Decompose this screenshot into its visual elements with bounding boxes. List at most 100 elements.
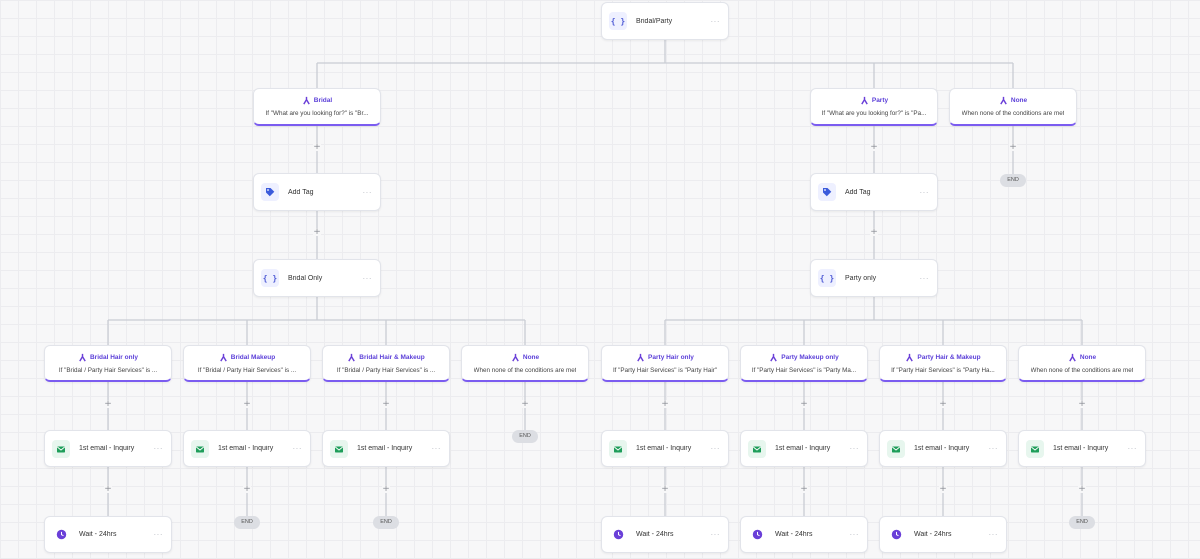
action-email-party-hair-makeup[interactable]: 1st email - Inquiry ··· (879, 430, 1007, 467)
more-options-icon[interactable]: ··· (293, 444, 303, 453)
branch-bridal-makeup[interactable]: Bridal Makeup If "Bridal / Party Hair Se… (183, 345, 311, 382)
action-email-bridal-hair-makeup[interactable]: 1st email - Inquiry ··· (322, 430, 450, 467)
branch-split-icon (79, 353, 86, 361)
more-options-icon[interactable]: ··· (363, 188, 373, 197)
branch-condition: When none of the conditions are met (473, 366, 577, 374)
branch-condition: If "What are you looking for?" is "Pa... (821, 110, 927, 117)
add-step-button[interactable]: + (1078, 400, 1086, 409)
action-wait-party-makeup[interactable]: Wait - 24hrs ··· (740, 516, 868, 553)
action-wait-party-hair[interactable]: Wait - 24hrs ··· (601, 516, 729, 553)
node-label: 1st email - Inquiry (357, 445, 413, 452)
more-options-icon[interactable]: ··· (920, 188, 930, 197)
more-options-icon[interactable]: ··· (711, 17, 721, 26)
add-step-button[interactable]: + (104, 485, 112, 494)
end-marker: END (1000, 174, 1026, 187)
action-add-tag-bridal[interactable]: Add Tag ··· (253, 173, 381, 211)
branch-split-icon (861, 96, 868, 105)
node-label: Add Tag (845, 188, 871, 196)
branch-title: Bridal Hair & Makeup (359, 353, 425, 361)
branch-split-icon (1069, 353, 1076, 361)
node-label: Bridal/Party (636, 17, 673, 25)
branch-condition: If "Party Hair Services" is "Party Ha... (891, 366, 995, 374)
more-options-icon[interactable]: ··· (711, 530, 721, 539)
condition-node-bridal-only[interactable]: { } Bridal Only ··· (253, 259, 381, 297)
end-marker: END (373, 516, 399, 529)
node-label: 1st email - Inquiry (914, 445, 970, 452)
add-step-button[interactable]: + (104, 400, 112, 409)
action-wait-bridal-hair[interactable]: Wait - 24hrs ··· (44, 516, 172, 553)
branch-bridal-hair-only[interactable]: Bridal Hair only If "Bridal / Party Hair… (44, 345, 172, 382)
add-step-button[interactable]: + (939, 400, 947, 409)
add-step-button[interactable]: + (243, 400, 251, 409)
email-icon (330, 439, 348, 458)
action-email-bridal-hair[interactable]: 1st email - Inquiry ··· (44, 430, 172, 467)
more-options-icon[interactable]: ··· (850, 530, 860, 539)
more-options-icon[interactable]: ··· (989, 530, 999, 539)
branch-split-icon (1000, 96, 1007, 105)
add-step-button[interactable]: + (800, 400, 808, 409)
end-marker: END (234, 516, 260, 529)
more-options-icon[interactable]: ··· (920, 274, 930, 283)
add-step-button[interactable]: + (661, 485, 669, 494)
more-options-icon[interactable]: ··· (711, 444, 721, 453)
branch-none-party[interactable]: None When none of the conditions are met (1018, 345, 1146, 382)
condition-node-party-only[interactable]: { } Party only ··· (810, 259, 938, 297)
action-email-bridal-makeup[interactable]: 1st email - Inquiry ··· (183, 430, 311, 467)
branch-condition: If "Bridal / Party Hair Services" is ... (197, 366, 297, 374)
add-step-button[interactable]: + (661, 400, 669, 409)
action-wait-party-hair-makeup[interactable]: Wait - 24hrs ··· (879, 516, 1007, 553)
node-label: Wait - 24hrs (636, 531, 674, 538)
branch-condition: If "Party Hair Services" is "Party Hair" (612, 366, 718, 374)
branch-split-icon (512, 353, 519, 361)
clock-icon (887, 526, 905, 544)
node-label: 1st email - Inquiry (79, 445, 135, 452)
branch-none-bridal[interactable]: None When none of the conditions are met (461, 345, 589, 382)
branch-party[interactable]: Party If "What are you looking for?" is … (810, 88, 938, 126)
email-icon (609, 439, 627, 458)
add-step-button[interactable]: + (382, 485, 390, 494)
branch-none-main[interactable]: None When none of the conditions are met (949, 88, 1077, 126)
action-email-party-hair[interactable]: 1st email - Inquiry ··· (601, 430, 729, 467)
more-options-icon[interactable]: ··· (363, 274, 373, 283)
branch-bridal-hair-makeup[interactable]: Bridal Hair & Makeup If "Bridal / Party … (322, 345, 450, 382)
more-options-icon[interactable]: ··· (850, 444, 860, 453)
node-label: Wait - 24hrs (914, 531, 952, 538)
action-add-tag-party[interactable]: Add Tag ··· (810, 173, 938, 211)
add-step-button[interactable]: + (313, 143, 321, 152)
branch-party-hair-makeup[interactable]: Party Hair & Makeup If "Party Hair Servi… (879, 345, 1007, 382)
branch-condition: If "Bridal / Party Hair Services" is ... (58, 366, 158, 374)
add-step-button[interactable]: + (800, 485, 808, 494)
more-options-icon[interactable]: ··· (154, 444, 164, 453)
tag-icon (818, 183, 836, 201)
more-options-icon[interactable]: ··· (154, 530, 164, 539)
action-email-party-makeup[interactable]: 1st email - Inquiry ··· (740, 430, 868, 467)
email-icon (887, 439, 905, 458)
branch-title: Party Hair only (648, 353, 694, 361)
branch-split-icon (219, 353, 227, 361)
branch-party-makeup-only[interactable]: Party Makeup only If "Party Hair Service… (740, 345, 868, 382)
more-options-icon[interactable]: ··· (432, 444, 442, 453)
add-step-button[interactable]: + (521, 400, 529, 409)
add-step-button[interactable]: + (313, 228, 321, 237)
branch-condition: If "Party Hair Services" is "Party Ma... (751, 366, 857, 374)
branch-split-icon (637, 353, 644, 361)
add-step-button[interactable]: + (1009, 143, 1017, 152)
add-step-button[interactable]: + (870, 228, 878, 237)
branch-condition: If "What are you looking for?" is "Br... (265, 110, 369, 117)
condition-node-bridal-party[interactable]: { } Bridal/Party ··· (601, 2, 729, 40)
add-step-button[interactable]: + (382, 400, 390, 409)
curly-braces-icon: { } (818, 269, 836, 287)
add-step-button[interactable]: + (870, 143, 878, 152)
action-email-party-none[interactable]: 1st email - Inquiry ··· (1018, 430, 1146, 467)
add-step-button[interactable]: + (1078, 485, 1086, 494)
add-step-button[interactable]: + (243, 485, 251, 494)
branch-split-icon (348, 353, 356, 361)
branch-title: Party Makeup only (781, 353, 839, 361)
more-options-icon[interactable]: ··· (1128, 444, 1138, 453)
clock-icon (748, 526, 766, 544)
add-step-button[interactable]: + (939, 485, 947, 494)
branch-party-hair-only[interactable]: Party Hair only If "Party Hair Services"… (601, 345, 729, 382)
more-options-icon[interactable]: ··· (989, 444, 999, 453)
node-label: Party only (845, 274, 877, 282)
branch-bridal[interactable]: Bridal If "What are you looking for?" is… (253, 88, 381, 126)
